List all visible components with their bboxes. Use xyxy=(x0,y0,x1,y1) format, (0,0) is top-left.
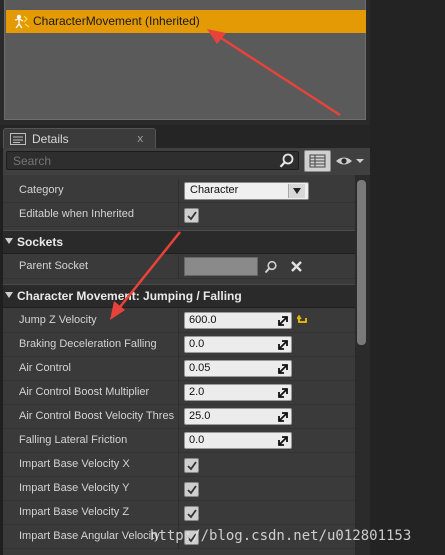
drag-handle-icon xyxy=(278,364,288,374)
drag-handle-icon xyxy=(278,340,288,350)
drag-handle-icon xyxy=(278,388,288,398)
column-divider xyxy=(178,405,179,429)
property-checkbox[interactable] xyxy=(184,506,199,521)
numeric-value: 0.0 xyxy=(189,338,205,350)
numeric-input[interactable]: 0.0 xyxy=(184,432,292,449)
property-label: Impart Base Velocity Z xyxy=(19,506,130,518)
property-checkbox[interactable] xyxy=(184,482,199,497)
property-label: Editable when Inherited xyxy=(19,208,134,220)
character-movement-icon xyxy=(14,14,30,29)
numeric-input[interactable]: 2.0 xyxy=(184,384,292,401)
eye-icon xyxy=(336,157,364,165)
property-label: Air Control Boost Velocity Thres xyxy=(19,410,175,422)
category-label: Character Movement: Jumping / Falling xyxy=(17,289,242,303)
column-divider xyxy=(178,501,179,525)
column-divider xyxy=(178,477,179,501)
clear-icon[interactable] xyxy=(290,260,303,273)
drag-handle-icon xyxy=(278,316,288,326)
property-row: Air Control 0.05 xyxy=(3,357,355,381)
search-icon[interactable] xyxy=(279,153,295,169)
checkmark-icon xyxy=(187,485,197,495)
component-item-charactermovement[interactable]: CharacterMovement (Inherited) xyxy=(6,10,366,33)
property-row-category: Category Character xyxy=(3,179,355,203)
column-divider xyxy=(178,179,179,203)
drag-handle-icon xyxy=(278,436,288,446)
numeric-input[interactable]: 0.05 xyxy=(184,360,292,377)
property-row: Impart Base Velocity Z xyxy=(3,501,355,525)
property-label: Air Control Boost Multiplier xyxy=(19,386,150,398)
category-dropdown[interactable]: Character xyxy=(184,182,309,200)
editable-when-inherited-checkbox[interactable] xyxy=(184,208,199,223)
property-row: Impart Base Velocity Y xyxy=(3,477,355,501)
column-divider xyxy=(178,453,179,477)
browse-socket-icon[interactable] xyxy=(264,260,278,274)
category-header-sockets[interactable]: Sockets xyxy=(3,230,355,254)
column-divider xyxy=(178,309,179,333)
tab-details[interactable]: Details x xyxy=(3,128,156,148)
property-matrix-button[interactable] xyxy=(304,150,331,172)
property-row-editable-when-inherited: Editable when Inherited xyxy=(3,203,355,227)
column-divider xyxy=(178,381,179,405)
property-label: Parent Socket xyxy=(19,260,89,272)
property-row: Air Control Boost Velocity Thres 25.0 xyxy=(3,405,355,429)
chevron-down-icon xyxy=(288,184,305,198)
numeric-input[interactable]: 25.0 xyxy=(184,408,292,425)
property-label: Falling Lateral Friction xyxy=(19,434,128,446)
column-divider xyxy=(178,357,179,381)
expand-arrow-icon xyxy=(5,292,13,298)
watermark: http://blog.csdn.net/u012801153 xyxy=(150,528,412,544)
numeric-value: 0.05 xyxy=(189,362,211,374)
property-row: Jump Z Velocity 600.0 xyxy=(3,309,355,333)
checkmark-icon xyxy=(187,509,197,519)
scrollbar-thumb[interactable] xyxy=(357,180,366,345)
property-label: Category xyxy=(19,184,64,196)
component-label: CharacterMovement (Inherited) xyxy=(33,14,200,28)
numeric-value: 0.0 xyxy=(189,434,205,446)
viewport-edge xyxy=(370,0,445,555)
column-divider xyxy=(178,203,179,227)
property-row: Falling Lateral Friction 0.0 xyxy=(3,429,355,453)
checkmark-icon xyxy=(187,461,197,471)
column-divider xyxy=(178,333,179,357)
checkmark-icon xyxy=(187,211,197,221)
tab-details-label: Details xyxy=(32,132,69,146)
category-header-jumping-falling[interactable]: Character Movement: Jumping / Falling xyxy=(3,284,355,308)
details-icon xyxy=(10,133,26,145)
numeric-input[interactable]: 600.0 xyxy=(184,312,292,329)
numeric-input[interactable]: 0.0 xyxy=(184,336,292,353)
view-options-dropdown[interactable] xyxy=(335,154,365,171)
reset-to-default-icon[interactable] xyxy=(297,315,309,325)
property-label: Impart Base Velocity Y xyxy=(19,482,130,494)
property-row: Air Control Boost Multiplier 2.0 xyxy=(3,381,355,405)
category-value: Character xyxy=(190,184,239,196)
grid-icon xyxy=(309,154,326,168)
numeric-value: 25.0 xyxy=(189,410,211,422)
property-label: Impart Base Velocity X xyxy=(19,458,130,470)
property-row: Braking Deceleration Falling 0.0 xyxy=(3,333,355,357)
property-row: Impart Base Velocity X xyxy=(3,453,355,477)
expand-arrow-icon xyxy=(5,238,13,244)
property-list: Category Character Editable when Inherit… xyxy=(3,175,355,555)
property-label: Air Control xyxy=(19,362,71,374)
property-row-parent-socket: Parent Socket xyxy=(3,255,355,279)
search-input[interactable] xyxy=(6,151,299,170)
category-label: Sockets xyxy=(17,235,64,249)
column-divider xyxy=(178,429,179,453)
numeric-value: 2.0 xyxy=(189,386,205,398)
numeric-value: 600.0 xyxy=(189,314,217,326)
parent-socket-field[interactable] xyxy=(184,257,258,276)
column-divider xyxy=(178,255,179,279)
property-label: Jump Z Velocity xyxy=(19,314,97,326)
tab-close-button[interactable]: x xyxy=(137,132,144,145)
property-label: Braking Deceleration Falling xyxy=(19,338,157,350)
drag-handle-icon xyxy=(278,412,288,422)
property-checkbox[interactable] xyxy=(184,458,199,473)
